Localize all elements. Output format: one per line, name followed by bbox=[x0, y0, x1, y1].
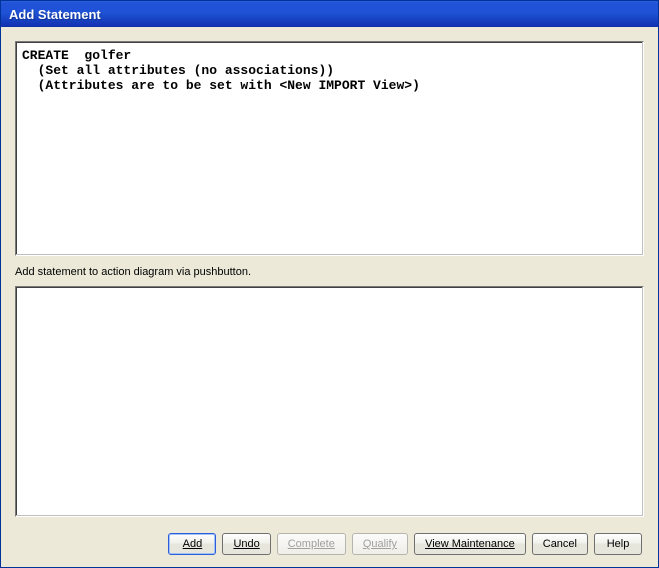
statement-code: CREATE golfer (Set all attributes (no as… bbox=[22, 48, 637, 93]
complete-button: Complete bbox=[277, 533, 346, 555]
hint-text: Add statement to action diagram via push… bbox=[15, 266, 644, 278]
add-statement-window: Add Statement CREATE golfer (Set all att… bbox=[0, 0, 659, 568]
client-area: CREATE golfer (Set all attributes (no as… bbox=[1, 27, 658, 567]
view-maintenance-button[interactable]: View Maintenance bbox=[414, 533, 526, 555]
window-title: Add Statement bbox=[9, 7, 101, 22]
help-button[interactable]: Help bbox=[594, 533, 642, 555]
undo-button[interactable]: Undo bbox=[222, 533, 270, 555]
code-line: CREATE golfer bbox=[22, 48, 131, 63]
action-diagram-panel[interactable] bbox=[15, 286, 644, 517]
statement-preview-panel[interactable]: CREATE golfer (Set all attributes (no as… bbox=[15, 41, 644, 256]
qualify-button: Qualify bbox=[352, 533, 408, 555]
code-line: (Set all attributes (no associations)) bbox=[22, 63, 334, 78]
button-bar: Add Undo Complete Qualify View Maintenan… bbox=[15, 529, 644, 559]
code-line: (Attributes are to be set with <New IMPO… bbox=[22, 78, 420, 93]
cancel-button[interactable]: Cancel bbox=[532, 533, 588, 555]
titlebar[interactable]: Add Statement bbox=[1, 1, 658, 27]
add-button[interactable]: Add bbox=[168, 533, 216, 555]
